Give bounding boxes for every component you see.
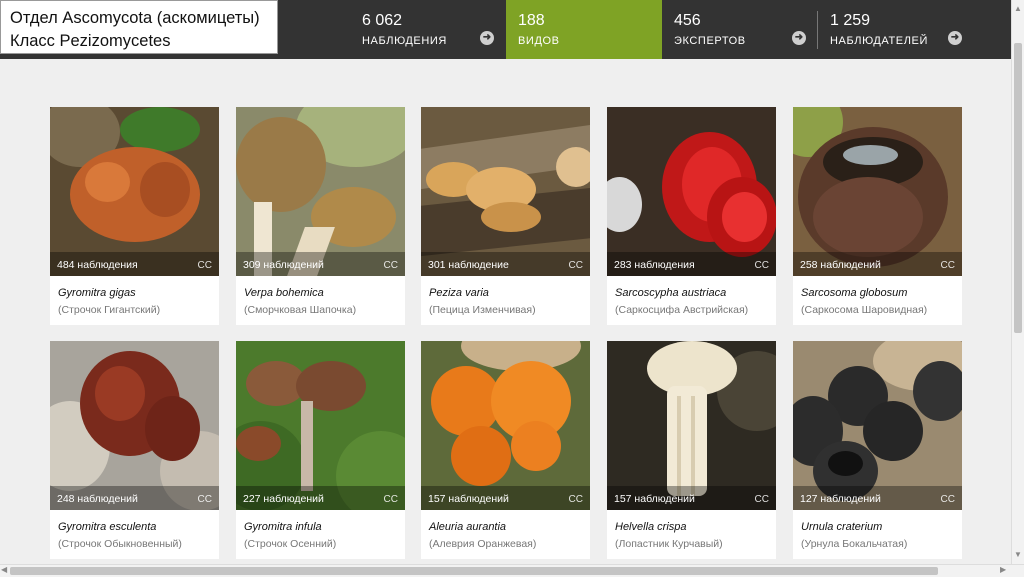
species-common-name: (Строчок Обыкновенный): [58, 538, 182, 550]
species-card[interactable]: 248 наблюдений CC Gyromitra esculenta (С…: [50, 341, 219, 559]
species-photo[interactable]: 227 наблюдений CC: [236, 341, 405, 510]
cc-license-label[interactable]: CC: [384, 260, 398, 271]
species-common-name: (Алеврия Оранжевая): [429, 538, 537, 550]
stat-observations-value: 6 062: [362, 12, 403, 29]
species-scientific-name[interactable]: Sarcoscypha austriaca: [615, 287, 726, 299]
species-common-name: (Саркосцифа Австрийская): [615, 304, 749, 316]
taxon-class-title: Класс Pezizomycetes: [10, 32, 171, 50]
species-common-name: (Саркосома Шаровидная): [801, 304, 928, 316]
cc-license-label[interactable]: CC: [569, 494, 583, 505]
species-photo[interactable]: 484 наблюдения CC: [50, 107, 219, 276]
scroll-down-icon[interactable]: ▼: [1014, 550, 1022, 559]
species-scientific-name[interactable]: Peziza varia: [429, 287, 489, 299]
species-scientific-name[interactable]: Gyromitra esculenta: [58, 521, 156, 533]
cc-license-label[interactable]: CC: [941, 260, 955, 271]
taxon-division-title: Отдел Ascomycota (аскомицеты): [10, 9, 260, 27]
stat-experts[interactable]: 456 ЭКСПЕРТОВ ➜: [662, 0, 818, 59]
horizontal-scrollbar-thumb[interactable]: [10, 567, 938, 575]
species-common-name: (Урнула Бокальчатая): [801, 538, 908, 550]
species-card[interactable]: 484 наблюдения CC Gyromitra gigas (Строч…: [50, 107, 219, 325]
species-scientific-name[interactable]: Helvella crispa: [615, 521, 687, 533]
observation-count: 258 наблюдений: [800, 259, 881, 271]
species-scientific-name[interactable]: Verpa bohemica: [244, 287, 324, 299]
vertical-scrollbar-thumb[interactable]: [1014, 43, 1022, 333]
scroll-left-icon[interactable]: ◀: [1, 565, 7, 574]
species-common-name: (Сморчковая Шапочка): [244, 304, 357, 316]
cc-license-label[interactable]: CC: [384, 494, 398, 505]
cc-license-label[interactable]: CC: [569, 260, 583, 271]
species-photo[interactable]: 157 наблюдений CC: [421, 341, 590, 510]
arrow-right-icon[interactable]: ➜: [948, 31, 962, 45]
observation-count: 301 наблюдение: [428, 259, 509, 271]
species-scientific-name[interactable]: Urnula craterium: [801, 521, 882, 533]
species-common-name: (Строчок Гигантский): [58, 304, 161, 316]
observation-count: 248 наблюдений: [57, 493, 138, 505]
species-photo[interactable]: 258 наблюдений CC: [793, 107, 962, 276]
vertical-scrollbar[interactable]: ▲ ▼: [1011, 0, 1024, 564]
species-card[interactable]: 301 наблюдение CC Peziza varia (Пецица И…: [421, 107, 590, 325]
stat-species-label: ВИДОВ: [518, 35, 560, 47]
species-photo[interactable]: 157 наблюдений CC: [607, 341, 776, 510]
cc-license-label[interactable]: CC: [755, 494, 769, 505]
species-photo[interactable]: 301 наблюдение CC: [421, 107, 590, 276]
arrow-right-icon[interactable]: ➜: [480, 31, 494, 45]
arrow-right-icon[interactable]: ➜: [792, 31, 806, 45]
stat-experts-value: 456: [674, 12, 701, 29]
species-photo[interactable]: 248 наблюдений CC: [50, 341, 219, 510]
species-scientific-name[interactable]: Gyromitra infula: [244, 521, 322, 533]
cc-license-label[interactable]: CC: [198, 494, 212, 505]
species-common-name: (Пецица Изменчивая): [429, 304, 536, 316]
species-card[interactable]: 157 наблюдений CC Aleuria aurantia (Алев…: [421, 341, 590, 559]
top-bar: Отдел Ascomycota (аскомицеты) Класс Pezi…: [0, 0, 1011, 59]
species-card[interactable]: 258 наблюдений CC Sarcosoma globosum (Са…: [793, 107, 962, 325]
cc-license-label[interactable]: CC: [198, 260, 212, 271]
species-card[interactable]: 309 наблюдений CC Verpa bohemica (Сморчк…: [236, 107, 405, 325]
species-scientific-name[interactable]: Gyromitra gigas: [58, 287, 136, 299]
observation-count: 484 наблюдения: [57, 259, 138, 271]
species-scientific-name[interactable]: Aleuria aurantia: [429, 521, 506, 533]
species-photo[interactable]: 283 наблюдения CC: [607, 107, 776, 276]
species-photo[interactable]: 127 наблюдений CC: [793, 341, 962, 510]
observation-count: 157 наблюдений: [614, 493, 695, 505]
species-card[interactable]: 283 наблюдения CC Sarcoscypha austriaca …: [607, 107, 776, 325]
taxon-title-box: Отдел Ascomycota (аскомицеты) Класс Pezi…: [0, 0, 278, 54]
stat-observers[interactable]: 1 259 НАБЛЮДАТЕЛЕЙ ➜: [818, 0, 974, 59]
horizontal-scrollbar[interactable]: ◀ ▶: [0, 564, 1024, 577]
observation-count: 309 наблюдений: [243, 259, 324, 271]
stat-species-value: 188: [518, 12, 545, 29]
species-card[interactable]: 227 наблюдений CC Gyromitra infula (Стро…: [236, 341, 405, 559]
species-card[interactable]: 157 наблюдений CC Helvella crispa (Лопас…: [607, 341, 776, 559]
species-photo[interactable]: 309 наблюдений CC: [236, 107, 405, 276]
species-common-name: (Лопастник Курчавый): [615, 538, 723, 550]
observation-count: 227 наблюдений: [243, 493, 324, 505]
scroll-up-icon[interactable]: ▲: [1014, 4, 1022, 13]
scroll-right-icon[interactable]: ▶: [1000, 565, 1006, 574]
cc-license-label[interactable]: CC: [755, 260, 769, 271]
cc-license-label[interactable]: CC: [941, 494, 955, 505]
species-common-name: (Строчок Осенний): [244, 538, 337, 550]
stat-observers-value: 1 259: [830, 12, 871, 29]
observation-count: 283 наблюдения: [614, 259, 695, 271]
stat-observations[interactable]: 6 062 НАБЛЮДЕНИЯ ➜: [350, 0, 506, 59]
observation-count: 127 наблюдений: [800, 493, 881, 505]
species-card[interactable]: 127 наблюдений CC Urnula craterium (Урну…: [793, 341, 962, 559]
species-scientific-name[interactable]: Sarcosoma globosum: [801, 287, 907, 299]
stat-species[interactable]: 188 ВИДОВ: [506, 0, 662, 59]
observation-count: 157 наблюдений: [428, 493, 509, 505]
